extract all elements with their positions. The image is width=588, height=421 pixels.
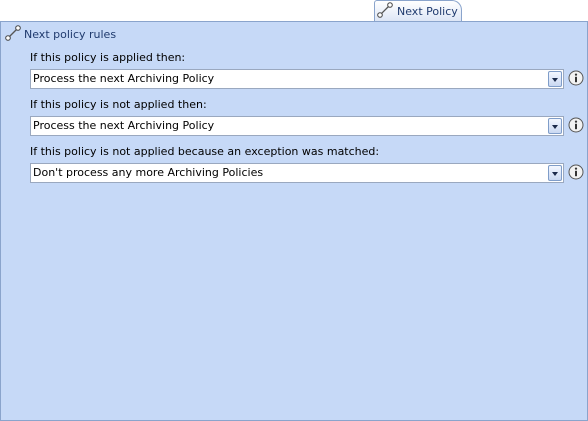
rule-question: If this policy is applied then: bbox=[30, 51, 186, 64]
dropdown-arrow-icon[interactable] bbox=[548, 118, 562, 134]
next-policy-panel: Next policy rules If this policy is appl… bbox=[0, 21, 588, 421]
policy-link-icon bbox=[377, 1, 393, 21]
select-value: Process the next Archiving Policy bbox=[33, 119, 215, 132]
policy-link-icon bbox=[5, 24, 21, 44]
section-header: Next policy rules bbox=[5, 24, 117, 44]
info-icon[interactable] bbox=[568, 164, 584, 180]
dropdown-arrow-icon[interactable] bbox=[548, 71, 562, 87]
exception-action-select[interactable]: Don't process any more Archiving Policie… bbox=[30, 163, 564, 183]
select-value: Process the next Archiving Policy bbox=[33, 72, 215, 85]
section-title: Next policy rules bbox=[24, 27, 117, 41]
select-value: Don't process any more Archiving Policie… bbox=[33, 166, 264, 179]
rule-not-applied: If this policy is not applied then: Proc… bbox=[30, 98, 584, 136]
not-applied-action-select[interactable]: Process the next Archiving Policy bbox=[30, 116, 564, 136]
applied-action-select[interactable]: Process the next Archiving Policy bbox=[30, 69, 564, 89]
rule-exception-matched: If this policy is not applied because an… bbox=[30, 145, 584, 183]
tab-label: Next Policy bbox=[397, 4, 458, 18]
tab-next-policy[interactable]: Next Policy bbox=[374, 0, 462, 21]
rule-question: If this policy is not applied because an… bbox=[30, 145, 380, 158]
rule-applied: If this policy is applied then: Process … bbox=[30, 51, 584, 89]
info-icon[interactable] bbox=[568, 70, 584, 86]
rule-question: If this policy is not applied then: bbox=[30, 98, 207, 111]
dropdown-arrow-icon[interactable] bbox=[548, 165, 562, 181]
info-icon[interactable] bbox=[568, 117, 584, 133]
